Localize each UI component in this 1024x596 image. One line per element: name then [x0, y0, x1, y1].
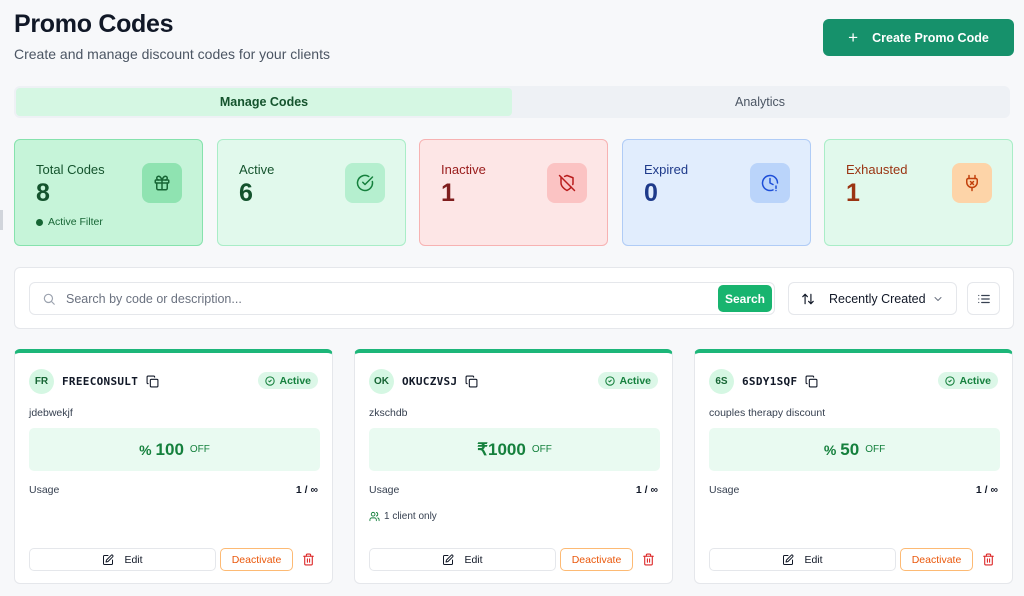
sort-select[interactable]: Recently Created [788, 282, 957, 315]
chevron-down-icon [934, 296, 942, 301]
edit-label: Edit [124, 553, 143, 566]
page-title: Promo Codes [14, 10, 174, 38]
exhausted-icon [952, 163, 992, 203]
usage-label: Usage [29, 484, 60, 496]
promo-card: FR FREECONSULT Active jdebwekjf % 100 OF… [14, 349, 333, 584]
check-circle-icon [265, 375, 276, 386]
usage-label: Usage [369, 484, 400, 496]
stat-card-inactive[interactable]: Inactive 1 [419, 139, 608, 246]
promo-description: jdebwekjf [29, 407, 73, 419]
promo-card: 6S 6SDY1SQF Active couples therapy disco… [694, 349, 1013, 584]
usage-value: 1 / ∞ [295, 484, 318, 496]
stat-card-expired[interactable]: Expired 0 [622, 139, 811, 246]
search-button[interactable]: Search [718, 285, 772, 312]
edit-button[interactable]: Edit [29, 548, 216, 571]
discount-symbol: ₹ [477, 439, 488, 459]
active-filter-label: Active Filter [48, 216, 103, 228]
users-icon [369, 511, 380, 522]
promo-code: FREECONSULT [62, 375, 159, 388]
list-icon [977, 294, 990, 303]
check-circle-icon [945, 375, 956, 386]
discount-suffix: OFF [531, 444, 552, 455]
trash-icon [302, 553, 314, 565]
promo-description: couples therapy discount [709, 407, 826, 419]
tab-manage-codes[interactable]: Manage Codes [16, 88, 512, 116]
promo-description: zkschdb [369, 407, 408, 419]
create-promo-code-label: Create Promo Code [872, 30, 989, 45]
promo-code: 6SDY1SQF [742, 375, 818, 388]
discount-suffix: OFF [189, 444, 210, 455]
delete-button[interactable] [640, 551, 656, 567]
tab-analytics[interactable]: Analytics [512, 88, 1008, 116]
status-badge: Active [258, 372, 318, 389]
trash-icon [642, 553, 654, 565]
discount-symbol: % [139, 441, 152, 458]
code-avatar: FR [29, 369, 54, 394]
discount-amount: 50 [840, 439, 860, 459]
shield-off-icon [547, 163, 587, 203]
deactivate-button[interactable]: Deactivate [900, 548, 973, 571]
promo-card: OK OKUCZVSJ Active zkschdb ₹ 1000 OFF Us… [354, 349, 673, 584]
dot-icon [36, 218, 43, 226]
edit-icon [443, 553, 454, 565]
clock-alert-icon [750, 163, 790, 203]
discount-panel: % 50 OFF [709, 428, 1000, 471]
check-circle-icon [345, 163, 385, 203]
stat-card-exhausted[interactable]: Exhausted 1 [824, 139, 1013, 246]
plus-icon: + [848, 28, 859, 47]
status-label: Active [959, 374, 991, 387]
delete-button[interactable] [980, 551, 996, 567]
stat-card-total[interactable]: Total Codes 8 Active Filter [14, 139, 203, 246]
status-label: Active [279, 374, 311, 387]
discount-amount: 1000 [488, 439, 526, 459]
deactivate-button[interactable]: Deactivate [560, 548, 633, 571]
discount-amount: 100 [155, 439, 184, 459]
sort-icon [802, 293, 814, 304]
promo-code: OKUCZVSJ [402, 375, 478, 388]
edit-label: Edit [804, 553, 823, 566]
edit-icon [103, 553, 114, 565]
page-subtitle: Create and manage discount codes for you… [14, 46, 330, 62]
discount-symbol: % [823, 441, 837, 458]
view-tabs: Manage Codes Analytics [14, 86, 1010, 118]
copy-icon[interactable] [146, 375, 159, 388]
search-icon [43, 293, 55, 305]
status-label: Active [619, 374, 651, 387]
check-circle-icon [605, 375, 616, 386]
active-filter-indicator: Active Filter [36, 216, 182, 228]
stat-card-active[interactable]: Active 6 [217, 139, 406, 246]
edit-button[interactable]: Edit [709, 548, 896, 571]
gift-icon [142, 163, 182, 203]
create-promo-code-button[interactable]: + Create Promo Code [823, 19, 1014, 56]
trash-icon [982, 553, 994, 565]
usage-value: 1 / ∞ [975, 484, 998, 496]
edit-label: Edit [464, 553, 483, 566]
delete-button[interactable] [300, 551, 316, 567]
promo-code-text: FREECONSULT [62, 375, 139, 388]
discount-panel: % 100 OFF [29, 428, 320, 471]
code-avatar: OK [369, 369, 394, 394]
list-view-button[interactable] [967, 282, 1000, 315]
copy-icon[interactable] [465, 375, 478, 388]
status-badge: Active [938, 372, 998, 389]
sort-label: Recently Created [829, 291, 926, 306]
status-badge: Active [598, 372, 658, 389]
discount-panel: ₹ 1000 OFF [369, 428, 660, 471]
copy-icon[interactable] [805, 375, 818, 388]
promo-code-text: 6SDY1SQF [742, 375, 798, 388]
usage-value: 1 / ∞ [635, 484, 658, 496]
client-restriction: 1 client only [369, 511, 437, 522]
usage-label: Usage [709, 484, 740, 496]
code-avatar: 6S [709, 369, 734, 394]
edit-button[interactable]: Edit [369, 548, 556, 571]
client-restriction-label: 1 client only [384, 511, 437, 522]
promo-code-text: OKUCZVSJ [402, 375, 458, 388]
left-edge-marker [0, 210, 3, 230]
edit-icon [783, 553, 794, 565]
search-box: Search [29, 282, 775, 315]
deactivate-button[interactable]: Deactivate [220, 548, 293, 571]
filter-toolbar: Search Recently Created [14, 267, 1014, 329]
search-input[interactable] [66, 291, 774, 306]
discount-suffix: OFF [865, 444, 886, 455]
